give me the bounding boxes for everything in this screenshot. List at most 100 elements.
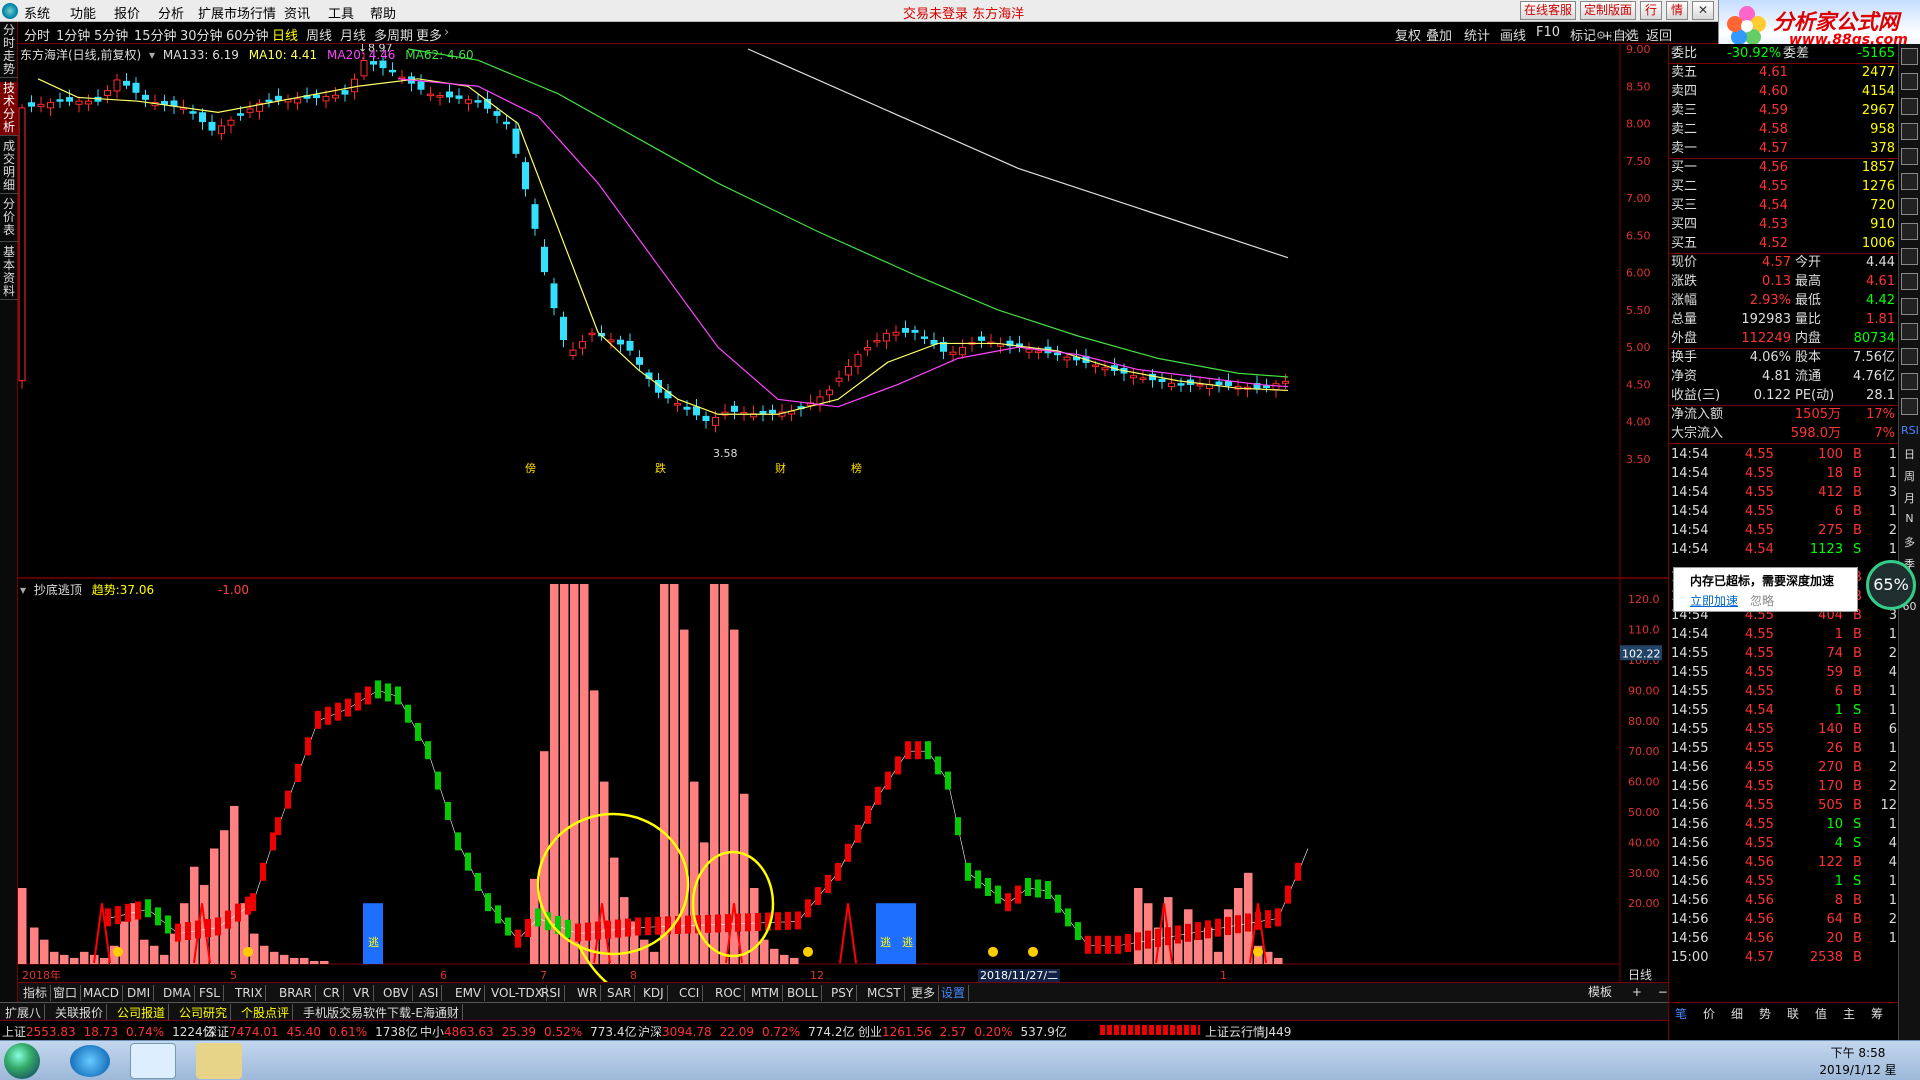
indicator-tab-8[interactable]: CR	[320, 985, 344, 1001]
accelerate-link[interactable]: 立即加速	[1690, 592, 1738, 609]
close-icon[interactable]: ✕	[1692, 1, 1714, 20]
star-icon[interactable]	[1901, 373, 1918, 390]
menu-item-help[interactable]: 帮助	[370, 3, 396, 22]
link-1[interactable]: 关联报价	[52, 1004, 108, 1021]
info-icon[interactable]	[1901, 273, 1918, 290]
period-tab-multi[interactable]: 多周期	[374, 25, 413, 44]
mark-button[interactable]: 标记	[1570, 25, 1596, 44]
link-4[interactable]: 个股点评	[238, 1004, 294, 1021]
list-icon[interactable]	[1901, 73, 1918, 90]
remove-window-button[interactable]: −	[1658, 985, 1668, 999]
period-tab-monthly[interactable]: 月线	[340, 25, 366, 44]
index-item-1[interactable]: 深证7474.01 45.40 0.61% 1738亿	[205, 1023, 418, 1040]
menu-item-ext-market[interactable]: 扩展市场行情	[198, 3, 276, 22]
add-window-button[interactable]: +	[1632, 985, 1642, 999]
period-tab-more[interactable]: 更多	[416, 25, 442, 44]
link-3[interactable]: 公司研究	[176, 1004, 232, 1021]
ignore-link[interactable]: 忽略	[1750, 592, 1774, 609]
indicator-tab-16[interactable]: SAR	[604, 985, 636, 1001]
dropdown-icon[interactable]: ▾	[149, 48, 155, 62]
quote-tab-5[interactable]: 值	[1815, 1005, 1827, 1022]
period-tab-5min[interactable]: 5分钟	[94, 25, 128, 44]
period-indicator[interactable]: 日线	[1628, 966, 1652, 983]
indicator-tab-1[interactable]: 窗口	[50, 985, 82, 1001]
period-tab-weekly[interactable]: 周线	[306, 25, 332, 44]
setting-icon[interactable]	[1901, 348, 1918, 365]
online-service-button[interactable]: 在线客服	[1520, 1, 1576, 20]
indicator-tab-25[interactable]: 设置	[938, 985, 970, 1001]
quote-tab-7[interactable]: 筹	[1871, 1005, 1883, 1022]
chevron-right-icon[interactable]: ›	[444, 25, 449, 40]
draw-line-button[interactable]: 画线	[1500, 25, 1526, 44]
period-tab-daily[interactable]: 日线	[272, 25, 298, 44]
link-0[interactable]: 扩展八	[2, 1004, 46, 1021]
quote-tab-3[interactable]: 势	[1759, 1005, 1771, 1022]
custom-layout-button[interactable]: 定制版面	[1580, 1, 1636, 20]
period-tab-30min[interactable]: 30分钟	[180, 25, 223, 44]
speed-gauge[interactable]: 65%	[1866, 560, 1916, 610]
indicator-tab-12[interactable]: EMV	[452, 985, 486, 1001]
period-strip-5[interactable]: 多	[1901, 534, 1918, 550]
index-item-4[interactable]: 创业1261.56 2.57 0.20% 537.9亿	[858, 1023, 1067, 1040]
stats-button[interactable]: 统计	[1464, 25, 1490, 44]
left-tab-fenshi[interactable]: 分时走势	[0, 24, 18, 78]
indicator-tab-6[interactable]: TRIX	[232, 985, 267, 1001]
menu-item-function[interactable]: 功能	[70, 3, 96, 22]
period-tab-1min[interactable]: 1分钟	[56, 25, 90, 44]
app-taskbar-icon[interactable]	[130, 1043, 176, 1079]
indicator-tab-10[interactable]: OBV	[380, 985, 413, 1001]
event-marker[interactable]: 跌	[655, 461, 666, 475]
quote-tab-4[interactable]: 联	[1787, 1005, 1799, 1022]
back-button[interactable]: 返回	[1646, 25, 1672, 44]
left-tab-fundamentals[interactable]: 基本资料	[0, 246, 18, 300]
period-tab-fenshi[interactable]: 分时	[24, 25, 50, 44]
period-strip-3[interactable]: 月	[1901, 490, 1918, 506]
template-button[interactable]: 模板	[1588, 985, 1612, 999]
indicator-tab-17[interactable]: KDJ	[640, 985, 668, 1001]
menu-item-analysis[interactable]: 分析	[158, 3, 184, 22]
compare-icon[interactable]	[1901, 248, 1918, 265]
period-strip-1[interactable]: 日	[1901, 446, 1918, 462]
event-marker[interactable]: 榜	[851, 461, 862, 475]
overlay-button[interactable]: 叠加	[1426, 25, 1452, 44]
indicator-tab-3[interactable]: DMI	[124, 985, 155, 1001]
period-tab-15min[interactable]: 15分钟	[134, 25, 177, 44]
chip-icon[interactable]	[1901, 223, 1918, 240]
grid-icon[interactable]	[1901, 98, 1918, 115]
event-marker[interactable]: 傍	[525, 461, 536, 475]
period-strip-4[interactable]: N	[1901, 512, 1918, 525]
link-5[interactable]: 手机版交易软件下载-E海通财	[300, 1004, 463, 1021]
quote-tab-0[interactable]: 笔	[1675, 1005, 1687, 1022]
menu-item-system[interactable]: 系统	[24, 3, 50, 22]
f10-button[interactable]: F10	[1536, 25, 1560, 40]
dropdown-icon[interactable]: ▾	[20, 583, 26, 597]
quote-button-2[interactable]: 情	[1666, 1, 1688, 20]
period-strip-2[interactable]: 周	[1901, 468, 1918, 484]
quote-button-1[interactable]: 行	[1640, 1, 1662, 20]
chart-settings-icons[interactable]: ⚙ ⬚ ✕	[1596, 29, 1632, 42]
depth-icon[interactable]	[1901, 198, 1918, 215]
quote-tab-2[interactable]: 细	[1731, 1005, 1743, 1022]
indicator-tab-21[interactable]: BOLL	[784, 985, 822, 1001]
quote-tab-6[interactable]: 主	[1843, 1005, 1855, 1022]
zoom-icon[interactable]	[1901, 48, 1918, 65]
left-tab-price-table[interactable]: 分价表	[0, 198, 18, 242]
indicator-tab-15[interactable]: WR	[574, 985, 602, 1001]
indicator-tab-5[interactable]: FSL	[196, 985, 224, 1001]
indicator-tab-14[interactable]: RSI	[538, 985, 565, 1001]
event-marker[interactable]: 财	[775, 461, 786, 475]
indicator-tab-0[interactable]: 指标	[20, 985, 52, 1001]
indicator-tab-7[interactable]: BRAR	[276, 985, 316, 1001]
indicator-tab-19[interactable]: ROC	[712, 985, 746, 1001]
indicator-tab-24[interactable]: 更多	[908, 985, 940, 1001]
period-strip-0[interactable]: RSI	[1901, 424, 1919, 437]
folder-icon[interactable]	[196, 1043, 242, 1079]
quote-tab-1[interactable]: 价	[1703, 1005, 1715, 1022]
indicator-tab-22[interactable]: PSY	[828, 985, 858, 1001]
index-item-0[interactable]: 上证2553.83 18.73 0.74% 1224亿	[2, 1023, 215, 1040]
note-icon[interactable]	[1901, 298, 1918, 315]
start-button-icon[interactable]	[4, 1043, 40, 1079]
news-icon[interactable]	[1901, 398, 1918, 415]
indicator-tab-20[interactable]: MTM	[748, 985, 784, 1001]
link-2[interactable]: 公司报道	[114, 1004, 170, 1021]
